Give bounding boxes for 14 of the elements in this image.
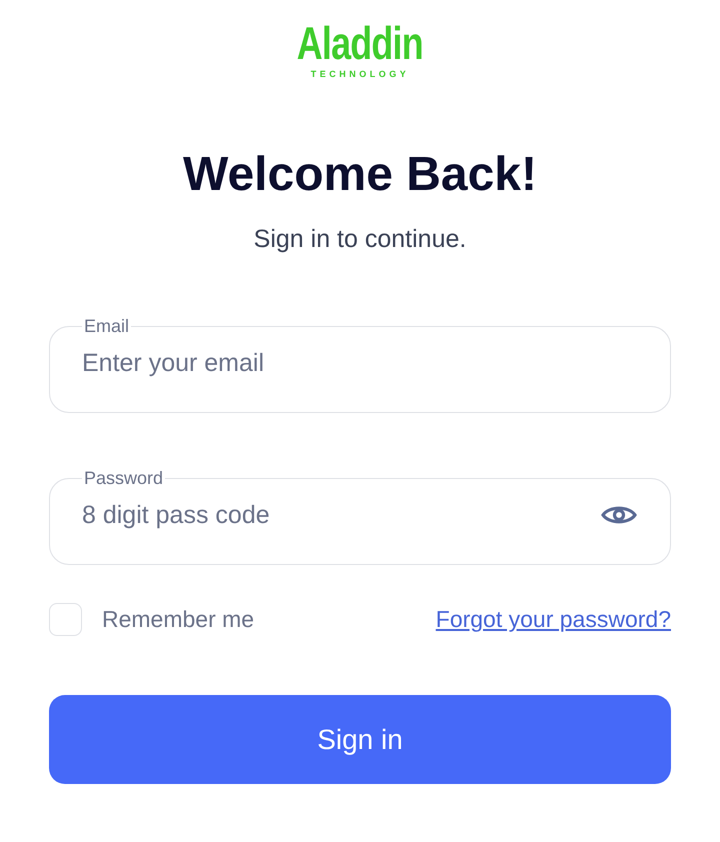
field-label: Email	[83, 316, 130, 337]
field-label: Password	[83, 468, 164, 489]
password-input[interactable]: 8 digit pass code	[82, 500, 600, 530]
logo-tagline: TECHNOLOGY	[310, 69, 410, 79]
checkbox[interactable]	[49, 603, 82, 636]
password-field[interactable]: Password 8 digit pass code	[49, 468, 671, 565]
sign-in-button[interactable]: Sign in	[49, 695, 671, 784]
logo-wordmark: Aladdin	[296, 18, 424, 68]
email-field[interactable]: Email Enter your email	[49, 316, 671, 413]
heading: Welcome Back!	[183, 147, 537, 203]
email-input[interactable]: Enter your email	[82, 348, 638, 378]
remember-label: Remember me	[102, 606, 254, 633]
subheading: Sign in to continue.	[254, 225, 466, 254]
forgot-password-link[interactable]: Forgot your password?	[436, 606, 671, 633]
